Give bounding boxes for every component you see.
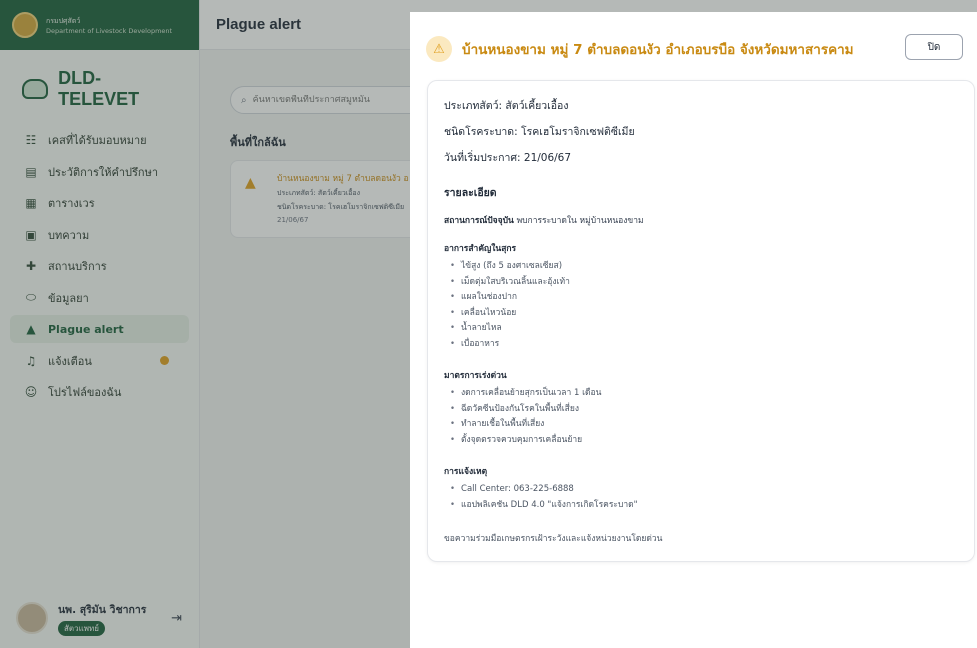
symptoms-heading: อาการสำคัญในสุกร	[444, 244, 517, 254]
list-item: แผลในช่องปาก	[450, 290, 958, 306]
details-heading: รายละเอียด	[444, 187, 497, 199]
situation-text: พบการระบาดใน หมู่บ้านหนองขาม	[516, 216, 644, 226]
measures-heading: มาตรการเร่งด่วน	[444, 371, 507, 381]
list-item: ตั้งจุดตรวจควบคุมการเคลื่อนย้าย	[450, 433, 958, 449]
disease-type: ชนิดโรคระบาด: โรคเฮโมราจิกเซฟติซีเมีย	[444, 126, 635, 138]
list-item: ไข้สูง (ถึง 5 องศาเซลเซียส)	[450, 259, 958, 275]
drawer-title: บ้านหนองขาม หมู่ 7 ตำบลดอนงัว อำเภอบรบือ…	[462, 42, 854, 58]
list-item: ทำลายเชื้อในพื้นที่เสี่ยง	[450, 417, 958, 433]
close-button[interactable]: ปิด	[905, 34, 963, 60]
detail-card: ประเภทสัตว์: สัตว์เคี้ยวเอื้อง ชนิดโรคระ…	[427, 80, 975, 562]
list-item: แอปพลิเคชัน DLD 4.0 "แจ้งการเกิดโรคระบาด…	[450, 498, 958, 514]
symptoms-list: ไข้สูง (ถึง 5 องศาเซลเซียส) เม็ดตุ่มใสบร…	[444, 259, 958, 352]
warning-icon: ⚠	[426, 36, 452, 62]
alert-detail-drawer: ⚠ บ้านหนองขาม หมู่ 7 ตำบลดอนงัว อำเภอบรบ…	[410, 12, 977, 648]
animal-type: ประเภทสัตว์: สัตว์เคี้ยวเอื้อง	[444, 100, 569, 112]
announce-date: วันที่เริ่มประกาศ: 21/06/67	[444, 152, 572, 164]
list-item: งดการเคลื่อนย้ายสุกรเป็นเวลา 1 เดือน	[450, 386, 958, 402]
list-item: น้ำลายไหล	[450, 321, 958, 337]
measures-list: งดการเคลื่อนย้ายสุกรเป็นเวลา 1 เดือน ฉีด…	[444, 386, 958, 448]
report-heading: การแจ้งเหตุ	[444, 467, 488, 477]
list-item: เบื่ออาหาร	[450, 337, 958, 353]
list-item: เคลื่อนไหวน้อย	[450, 306, 958, 322]
report-list: Call Center: 063-225-6888 แอปพลิเคชัน DL…	[444, 482, 958, 513]
situation-line: สถานการณ์ปัจจุบัน พบการระบาดใน หมู่บ้านห…	[444, 213, 958, 227]
list-item: เม็ดตุ่มใสบริเวณลิ้นและอุ้งเท้า	[450, 275, 958, 291]
situation-label: สถานการณ์ปัจจุบัน	[444, 216, 514, 226]
list-item: ฉีดวัคซีนป้องกันโรคในพื้นที่เสี่ยง	[450, 402, 958, 418]
list-item: Call Center: 063-225-6888	[450, 482, 958, 498]
footer-note: ขอความร่วมมือเกษตรกรเฝ้าระวังและแจ้งหน่ว…	[444, 534, 663, 544]
drawer-header: ⚠ บ้านหนองขาม หมู่ 7 ตำบลดอนงัว อำเภอบรบ…	[426, 34, 977, 64]
